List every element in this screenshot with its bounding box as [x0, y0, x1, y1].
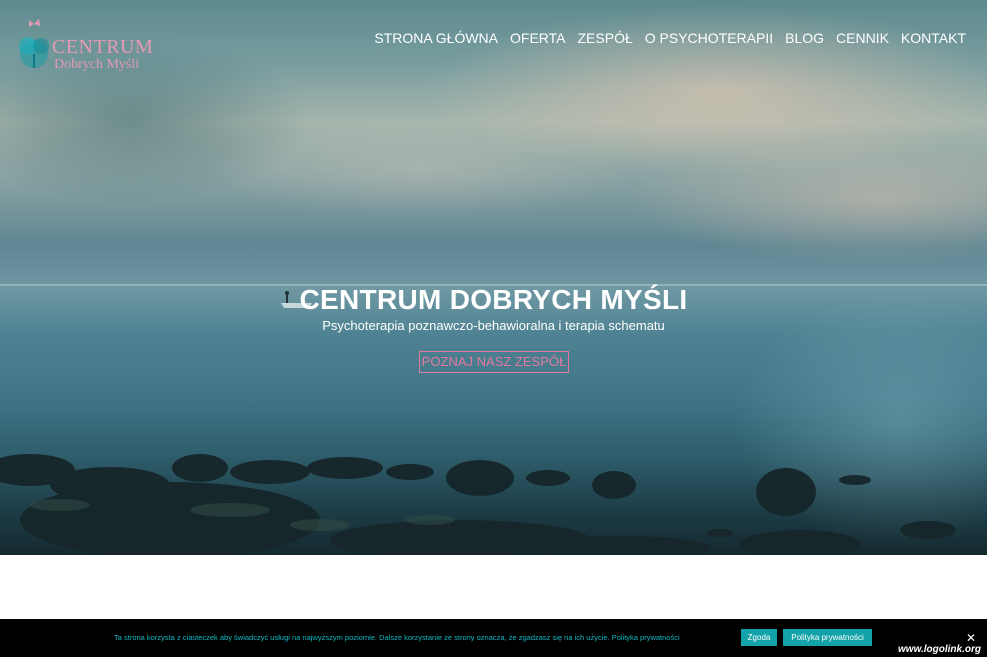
close-icon[interactable]: ✕: [966, 631, 976, 645]
site-logo[interactable]: CENTRUM Dobrych Myśli: [14, 16, 153, 76]
logo-subtitle: Dobrych Myśli: [54, 57, 140, 72]
watermark-text: www.logolink.org: [898, 644, 981, 655]
hero-banner: [0, 0, 987, 555]
nav-item-pricing[interactable]: CENNIK: [836, 30, 889, 46]
nav-item-about-psychotherapy[interactable]: O PSYCHOTERAPII: [645, 30, 773, 46]
cookie-notice-text: Ta strona korzysta z ciasteczek aby świa…: [114, 633, 680, 642]
nav-item-home[interactable]: STRONA GŁÓWNA: [374, 30, 498, 46]
nav-item-offer[interactable]: OFERTA: [510, 30, 566, 46]
logo-title: CENTRUM: [52, 36, 154, 58]
meet-team-button[interactable]: POZNAJ NASZ ZESPÓŁ: [419, 351, 569, 373]
hero-title: CENTRUM DOBRYCH MYŚLI: [299, 284, 688, 315]
cookie-consent-bar: Ta strona korzysta z ciasteczek aby świa…: [0, 619, 987, 657]
nav-item-team[interactable]: ZESPÓŁ: [578, 30, 633, 46]
nav-item-blog[interactable]: BLOG: [785, 30, 824, 46]
butterfly-tree-icon: [19, 19, 49, 68]
sea-rocks-image: [0, 291, 956, 555]
hero-subtitle: Psychoterapia poznawczo-behawioralna i t…: [322, 318, 665, 333]
privacy-policy-button[interactable]: Polityka prywatności: [783, 629, 872, 646]
nav-item-contact[interactable]: KONTAKT: [901, 30, 966, 46]
cookie-agree-button[interactable]: Zgoda: [741, 629, 777, 646]
main-navigation: STRONA GŁÓWNA OFERTA ZESPÓŁ O PSYCHOTERA…: [374, 30, 966, 46]
